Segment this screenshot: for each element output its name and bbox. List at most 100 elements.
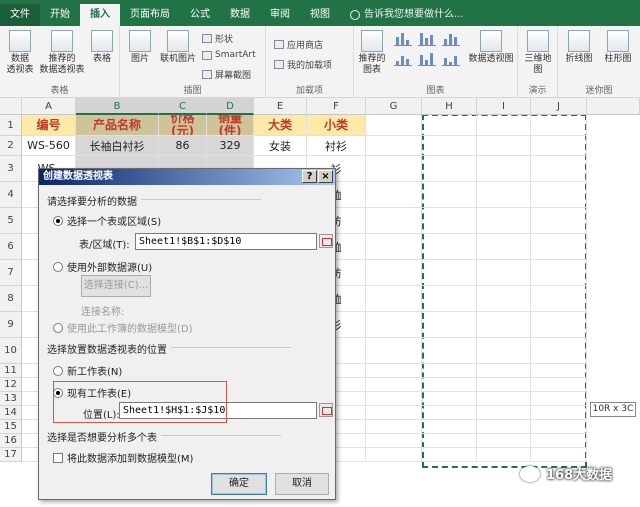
column-header-F[interactable]: F [307,98,366,115]
cancel-button[interactable]: 取消 [275,473,329,495]
cell[interactable] [422,136,477,156]
cell[interactable] [477,136,531,156]
cell[interactable] [366,420,422,434]
smartart-button[interactable]: SmartArt [202,50,256,60]
ok-button[interactable]: 确定 [211,473,267,495]
option-select-table[interactable]: 选择一个表或区域(S) [53,213,161,228]
cell[interactable] [531,208,587,234]
cell[interactable] [366,115,422,136]
tab-3[interactable]: 页面布局 [120,4,180,26]
cell[interactable] [422,312,477,338]
table-button[interactable]: 表格 [88,30,116,65]
scatter-chart-icon[interactable] [442,52,460,66]
pivot-chart-button[interactable]: 数据透视图 [466,30,516,65]
row-header-12[interactable]: 12 [0,378,22,392]
cell[interactable] [477,312,531,338]
column-header-D[interactable]: D [207,98,254,115]
cell[interactable] [477,392,531,406]
cell[interactable] [366,338,422,364]
cell[interactable] [422,156,477,182]
cell[interactable] [477,364,531,378]
sparkline-column-button[interactable]: 柱形图 [600,30,636,65]
tell-me-box[interactable]: 告诉我您想要做什么... [350,4,464,26]
cell[interactable] [366,448,422,462]
cell[interactable] [366,286,422,312]
cell[interactable] [366,260,422,286]
cell[interactable] [366,312,422,338]
cell[interactable] [366,208,422,234]
screenshot-button[interactable]: 屏幕截图 [202,68,251,81]
cell[interactable] [531,286,587,312]
tab-2[interactable]: 插入 [80,4,120,26]
cell[interactable] [531,448,587,462]
tab-4[interactable]: 公式 [180,4,220,26]
create-pivot-dialog[interactable]: 创建数据透视表 ? × 请选择要分析的数据 选择一个表或区域(S) 表/区域(T… [38,168,336,500]
cell[interactable] [366,392,422,406]
row-header-9[interactable]: 9 [0,312,22,338]
cell[interactable] [477,378,531,392]
location-input[interactable]: Sheet1!$H$1:$J$10 [119,402,317,419]
row-header-2[interactable]: 2 [0,136,22,156]
cell[interactable]: 编号 [22,115,76,136]
radio-external[interactable] [53,261,63,272]
cell[interactable]: 销量 (件) [207,115,254,136]
cell[interactable]: 长袖白衬衫 [76,136,159,156]
picture-button[interactable]: 图片 [126,30,154,65]
table-range-input[interactable]: Sheet1!$B$1:$D$10 [135,233,317,250]
cell[interactable] [422,234,477,260]
radio-select-table[interactable] [53,215,63,226]
row-header-3[interactable]: 3 [0,156,22,182]
row-header-15[interactable]: 15 [0,420,22,434]
column-header-I[interactable]: I [477,98,531,115]
select-all-corner[interactable] [0,98,22,115]
cell[interactable] [366,136,422,156]
cell[interactable] [422,286,477,312]
tab-7[interactable]: 视图 [300,4,340,26]
cell[interactable] [477,286,531,312]
cell[interactable]: 价格 (元) [159,115,207,136]
cell[interactable] [477,234,531,260]
column-header-G[interactable]: G [366,98,422,115]
cell[interactable] [422,420,477,434]
cell[interactable] [477,260,531,286]
row-header-13[interactable]: 13 [0,392,22,406]
cell[interactable] [477,182,531,208]
cell[interactable] [422,115,477,136]
column-header-C[interactable]: C [159,98,207,115]
tab-5[interactable]: 数据 [220,4,260,26]
cell[interactable]: 小类 [307,115,366,136]
cell[interactable] [531,364,587,378]
row-header-6[interactable]: 6 [0,234,22,260]
pivot-table-button[interactable]: 数据 透视表 [2,30,38,76]
pie-chart-icon[interactable] [418,52,436,66]
cell[interactable] [477,406,531,420]
row-header-8[interactable]: 8 [0,286,22,312]
store-button[interactable]: 应用商店 [274,38,323,51]
add-to-model-option[interactable]: 将此数据添加到数据模型(M) [53,450,193,465]
row-header-1[interactable]: 1 [0,115,22,136]
cell[interactable] [422,208,477,234]
waterfall-chart-icon[interactable] [442,32,460,46]
cell[interactable]: 329 [207,136,254,156]
cell[interactable] [366,378,422,392]
radio-data-model[interactable] [53,322,63,333]
cell[interactable] [531,234,587,260]
cell[interactable]: 大类 [254,115,307,136]
cell[interactable] [366,182,422,208]
row-header-11[interactable]: 11 [0,364,22,378]
column-header-H[interactable]: H [422,98,477,115]
cell[interactable] [477,434,531,448]
cell[interactable] [477,420,531,434]
cell[interactable] [422,338,477,364]
help-button[interactable]: ? [302,170,317,183]
cell[interactable] [531,156,587,182]
option-data-model[interactable]: 使用此工作簿的数据模型(D) [53,320,193,335]
cell[interactable] [477,338,531,364]
cell[interactable] [422,434,477,448]
tab-6[interactable]: 审阅 [260,4,300,26]
cell[interactable] [422,260,477,286]
cell[interactable] [531,338,587,364]
cell[interactable] [422,406,477,420]
cell[interactable] [531,260,587,286]
cell[interactable] [531,434,587,448]
